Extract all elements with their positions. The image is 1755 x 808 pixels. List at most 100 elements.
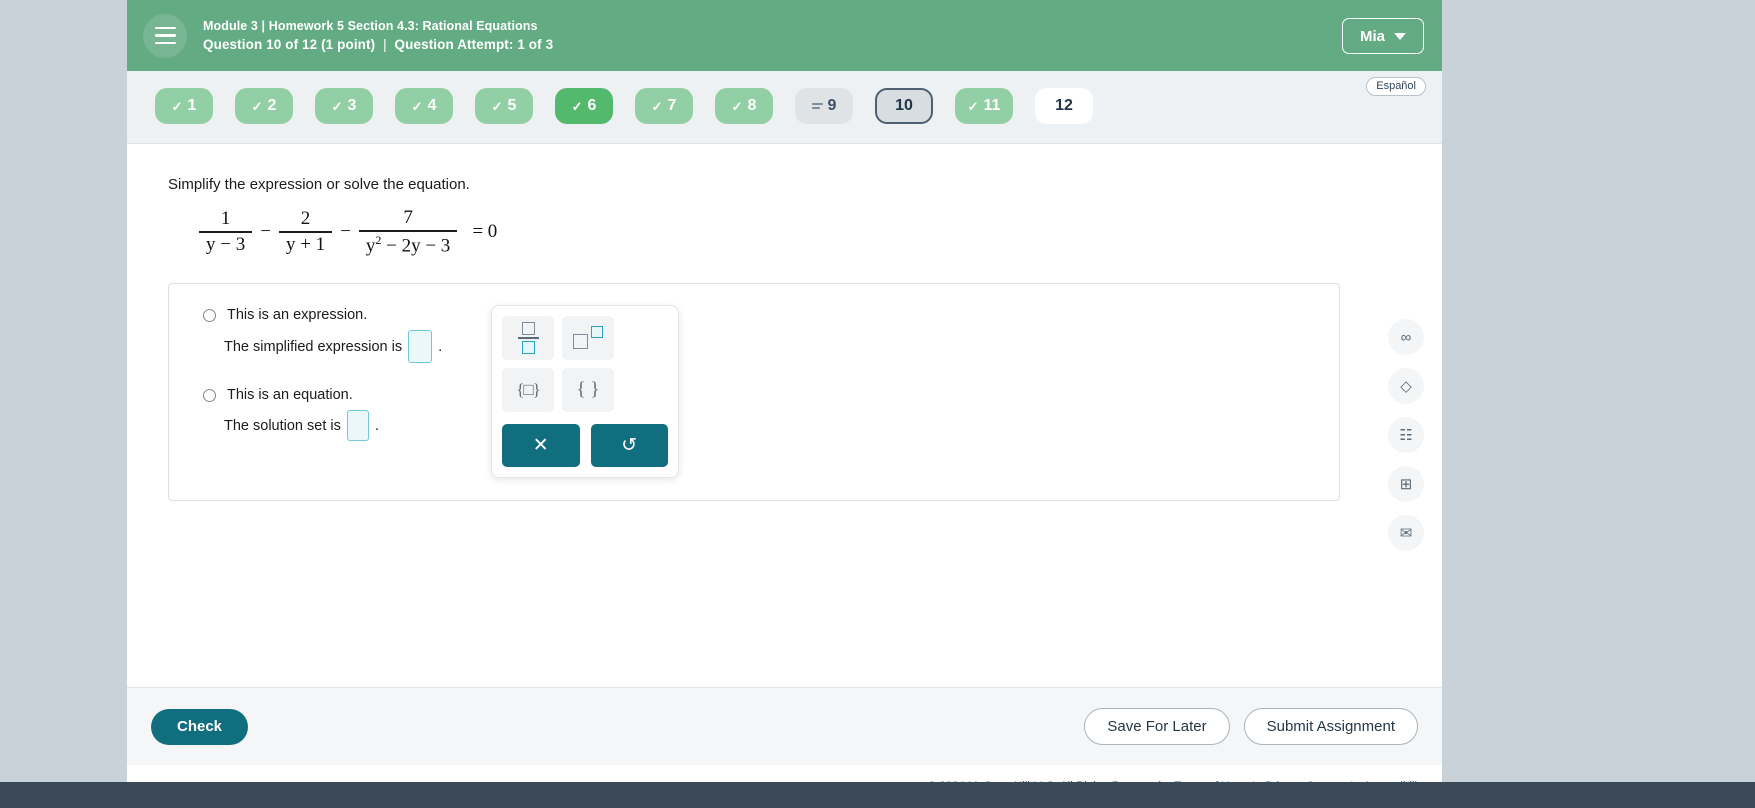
mail-icon[interactable]: ✉ [1388, 515, 1424, 551]
calculator-icon-glyph: ⊞ [1399, 476, 1413, 493]
question-pill-8[interactable]: ✓ 8 [715, 88, 773, 124]
fraction-term-2: 2 y + 1 [278, 208, 333, 255]
pill-label: 1 [187, 97, 197, 114]
question-pill-5[interactable]: ✓ 5 [475, 88, 533, 124]
save-for-later-button[interactable]: Save For Later [1084, 708, 1230, 745]
math-keypad-popup: {□} { } ✕ ↺ [491, 305, 679, 478]
app-header: Module 3 | Homework 5 Section 4.3: Ratio… [127, 0, 1442, 71]
answer-card: This is an expression. The simplified ex… [168, 283, 1340, 501]
denominator-rest: − 2y − 3 [381, 234, 451, 256]
check-icon: ✓ [331, 98, 343, 114]
exponent-icon[interactable] [562, 316, 614, 360]
application-window: Module 3 | Homework 5 Section 4.3: Ratio… [127, 0, 1442, 808]
check-button[interactable]: Check [151, 708, 249, 745]
notes-icon-glyph: ☷ [1399, 427, 1413, 444]
check-icon: ✓ [571, 98, 583, 114]
equation-answer-input[interactable] [346, 410, 369, 441]
fraction-term-1: 1 y − 3 [199, 208, 253, 255]
option-label-equation: This is an equation. [227, 387, 353, 403]
fraction-term-3: 7 y2 − 2y − 3 [358, 207, 458, 257]
mail-icon-glyph: ✉ [1399, 525, 1413, 542]
pill-label: 2 [267, 97, 277, 114]
question-pill-9[interactable]: 9 [795, 88, 853, 124]
pill-label: 11 [983, 97, 1001, 114]
answer-option-equation[interactable]: This is an equation. [203, 387, 353, 403]
denominator: y2 − 2y − 3 [359, 232, 457, 257]
notes-icon[interactable]: ☷ [1388, 417, 1424, 453]
radio-equation[interactable] [203, 388, 216, 402]
check-icon: ✓ [251, 98, 263, 114]
expression-answer-row: The simplified expression is . [224, 330, 442, 363]
operator-minus-2: − [340, 221, 351, 242]
question-pill-1[interactable]: ✓ 1 [155, 88, 213, 124]
bracket-icon[interactable]: {□} [502, 368, 554, 412]
pill-label: 4 [427, 97, 437, 114]
pill-label: 12 [1055, 97, 1073, 114]
check-icon: ✓ [411, 98, 423, 114]
question-pill-3[interactable]: ✓ 3 [315, 88, 373, 124]
bracket-glyph: {□} [516, 380, 541, 399]
user-menu-button[interactable]: Mia [1342, 18, 1424, 54]
question-pill-2[interactable]: ✓ 2 [235, 88, 293, 124]
radio-expression[interactable] [203, 308, 216, 322]
expression-answer-input[interactable] [408, 330, 433, 363]
braces-icon[interactable]: { } [562, 368, 614, 412]
expression-answer-suffix: . [438, 338, 443, 355]
footer-right-actions: Save For Later Submit Assignment [1084, 708, 1418, 745]
equation-equals-zero: = 0 [472, 221, 498, 242]
fraction-divider-line [517, 337, 539, 339]
expression-answer-prefix: The simplified expression is [224, 338, 403, 355]
option-label-expression: This is an expression. [227, 307, 368, 323]
question-counter: Question 10 of 12 (1 point) [203, 37, 376, 52]
math-keypad-grid: {□} { } [502, 316, 668, 412]
undo-button[interactable]: ↺ [590, 424, 668, 467]
exponent-power-box [591, 326, 603, 338]
operator-minus-1: − [260, 221, 271, 242]
course-title: Module 3 | Homework 5 Section 4.3: Ratio… [203, 19, 538, 33]
chevron-down-icon [1394, 32, 1406, 40]
denominator: y − 3 [206, 233, 246, 255]
equation-answer-prefix: The solution set is [224, 417, 341, 434]
numerator: 1 [220, 208, 231, 230]
user-name-label: Mia [1359, 27, 1385, 45]
hamburger-bar [154, 26, 176, 30]
pill-label: 5 [507, 97, 517, 114]
braces-glyph: { } [576, 379, 600, 400]
check-icon: ✓ [491, 98, 503, 114]
calculator-icon[interactable]: ⊞ [1388, 466, 1424, 502]
question-body: Simplify the expression or solve the equ… [127, 144, 1442, 716]
question-pill-11[interactable]: ✓ 11 [955, 88, 1013, 124]
question-pill-7[interactable]: ✓ 7 [635, 88, 693, 124]
clear-button[interactable]: ✕ [502, 424, 580, 467]
screenshot-root: Module 3 | Homework 5 Section 4.3: Ratio… [0, 0, 1755, 808]
fraction-icon[interactable] [502, 316, 554, 360]
answer-option-expression[interactable]: This is an expression. [203, 307, 367, 323]
question-pill-10[interactable]: 10 [875, 88, 933, 124]
check-icon: ✓ [171, 98, 183, 114]
pill-label: 10 [895, 97, 913, 114]
os-bottom-bar [0, 782, 1755, 808]
action-footer: Check Save For Later Submit Assignment [127, 687, 1442, 765]
check-icon: ✓ [731, 98, 743, 114]
question-navigation-bar: Español ✓ 1 ✓ 2 ✓ 3 ✓ 4 ✓ 5 ✓ 6 ✓ 7 ✓ 8 9 10 ✓ 11 12 [127, 71, 1442, 144]
question-pill-12[interactable]: 12 [1035, 88, 1093, 124]
tool-rail: ∞ ◇ ☷ ⊞ ✉ [1388, 319, 1424, 551]
question-pill-4[interactable]: ✓ 4 [395, 88, 453, 124]
exponent-base-box [573, 334, 588, 349]
denominator-base: y [365, 234, 376, 256]
equation-answer-row: The solution set is . [224, 410, 379, 441]
hamburger-bar [154, 41, 176, 45]
status-separator: | [383, 37, 387, 52]
fraction-denominator-box [521, 340, 535, 354]
equation-answer-suffix: . [374, 417, 380, 434]
glasses-icon[interactable]: ∞ [1388, 319, 1424, 355]
numerator: 2 [300, 208, 311, 230]
exponent-glyph [573, 326, 603, 350]
math-keypad-actions: ✕ ↺ [502, 424, 668, 467]
pill-label: 9 [827, 97, 837, 114]
espanol-toggle-button[interactable]: Español [1366, 77, 1426, 96]
diamond-icon[interactable]: ◇ [1388, 368, 1424, 404]
question-pill-6[interactable]: ✓ 6 [555, 88, 613, 124]
hamburger-menu-icon[interactable] [143, 13, 187, 58]
submit-assignment-button[interactable]: Submit Assignment [1243, 708, 1418, 745]
